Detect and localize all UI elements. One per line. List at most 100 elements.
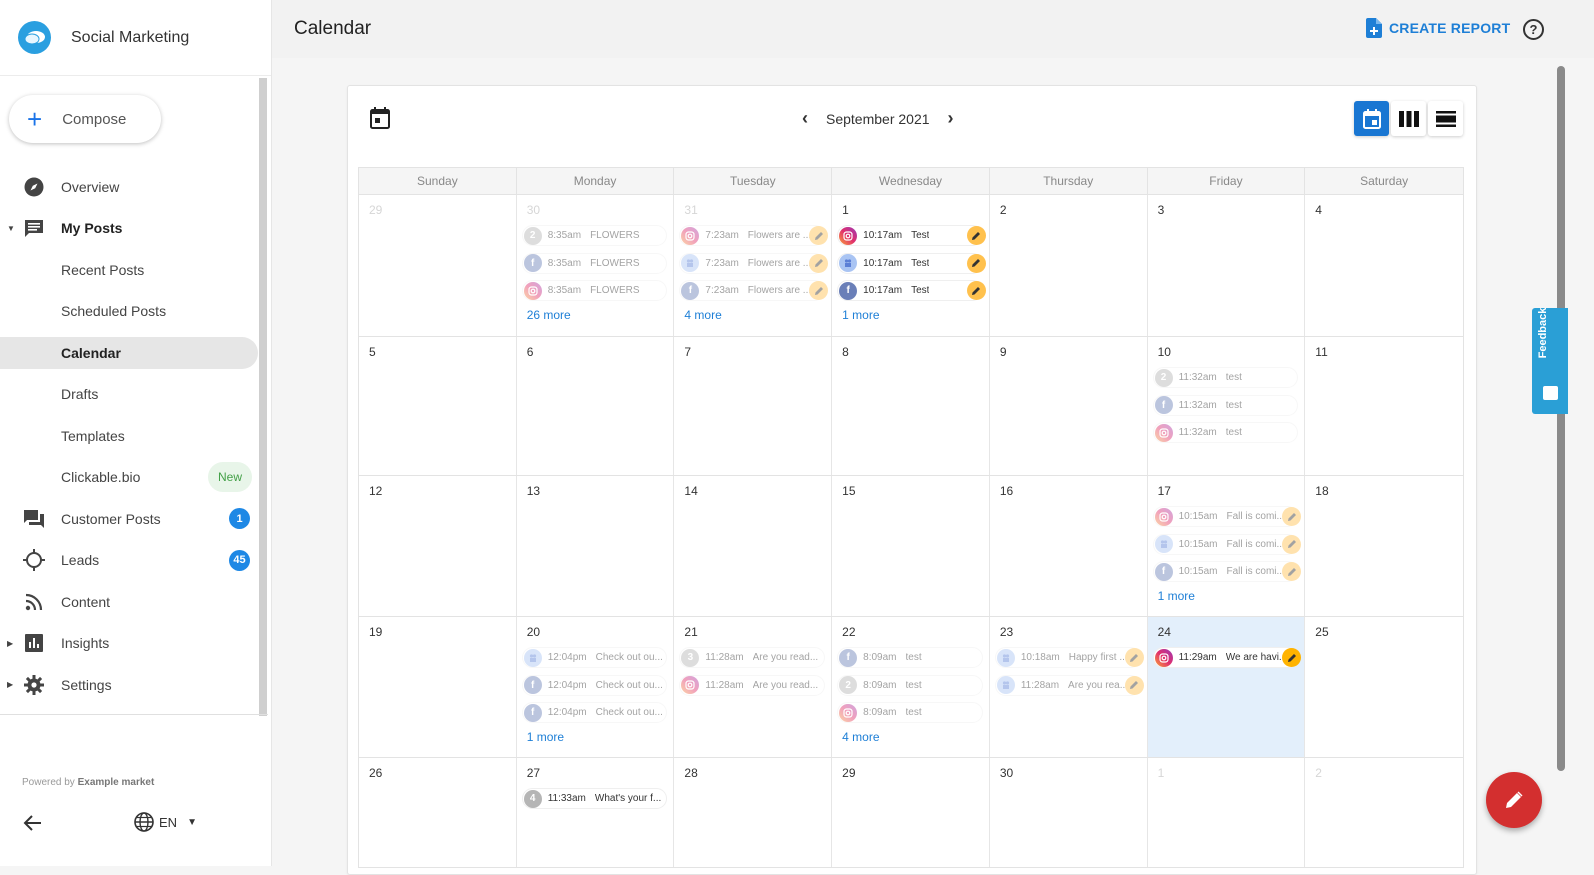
feedback-tab[interactable]: Feedback — [1532, 308, 1568, 414]
day-cell[interactable]: 19 — [359, 617, 517, 757]
post-chip[interactable]: 11:29amWe are havi... — [1153, 647, 1299, 668]
sidebar-item-calendar[interactable]: Calendar — [0, 337, 258, 369]
post-chip[interactable]: 11:32amtest — [1153, 422, 1299, 443]
more-posts-link[interactable]: 1 more — [842, 308, 983, 322]
day-cell-today[interactable]: 2411:29amWe are havi... — [1148, 617, 1306, 757]
post-chip[interactable]: 7:23amFlowers are ... — [679, 225, 825, 246]
edit-pencil-icon[interactable] — [809, 254, 828, 273]
more-posts-link[interactable]: 4 more — [684, 308, 825, 322]
help-icon[interactable]: ? — [1523, 19, 1544, 40]
edit-pencil-icon[interactable] — [1125, 648, 1144, 667]
day-cell[interactable]: 6 — [517, 337, 675, 475]
post-chip[interactable]: 411:33amWhat's your f... — [522, 788, 668, 809]
caret-down-icon[interactable]: ▼ — [7, 224, 15, 233]
post-chip[interactable]: f12:04pmCheck out ou... — [522, 702, 668, 723]
day-cell[interactable]: 7 — [674, 337, 832, 475]
edit-pencil-icon[interactable] — [1282, 507, 1301, 526]
day-cell[interactable]: 10211:32amtestf11:32amtest11:32amtest — [1148, 337, 1306, 475]
sidebar-item-content[interactable]: Content — [0, 581, 258, 623]
more-posts-link[interactable]: 1 more — [527, 730, 668, 744]
day-cell[interactable]: 110:17amTest10:17amTestf10:17amTest1 mor… — [832, 195, 990, 336]
post-chip[interactable]: 8:35amFLOWERS — [522, 280, 668, 301]
back-arrow-icon[interactable] — [22, 812, 44, 834]
edit-pencil-icon[interactable] — [967, 281, 986, 300]
edit-pencil-icon[interactable] — [809, 281, 828, 300]
sidebar-item-leads[interactable]: Leads 45 — [0, 540, 258, 582]
post-chip[interactable]: 10:18amHappy first ... — [995, 647, 1141, 668]
edit-pencil-icon[interactable] — [1282, 535, 1301, 554]
edit-pencil-icon[interactable] — [1282, 562, 1301, 581]
day-cell[interactable]: 3028:35amFLOWERSf8:35amFLOWERS8:35amFLOW… — [517, 195, 675, 336]
day-cell[interactable]: 16 — [990, 476, 1148, 616]
main-scrollbar[interactable] — [1557, 66, 1565, 771]
chevron-left-icon[interactable]: ‹ — [796, 108, 814, 129]
day-cell[interactable]: 26 — [359, 758, 517, 867]
caret-right-icon[interactable]: ▶ — [7, 639, 13, 648]
day-cell[interactable]: 5 — [359, 337, 517, 475]
post-chip[interactable]: 28:35amFLOWERS — [522, 225, 668, 246]
post-chip[interactable]: 12:04pmCheck out ou... — [522, 647, 668, 668]
post-chip[interactable]: f8:35amFLOWERS — [522, 253, 668, 274]
day-cell[interactable]: 1710:15amFall is comi...10:15amFall is c… — [1148, 476, 1306, 616]
sidebar-item-clickable-bio[interactable]: Clickable.bio New — [0, 457, 258, 499]
day-cell[interactable]: 317:23amFlowers are ...7:23amFlowers are… — [674, 195, 832, 336]
day-cell[interactable]: 30 — [990, 758, 1148, 867]
post-chip[interactable]: f12:04pmCheck out ou... — [522, 675, 668, 696]
post-chip[interactable]: 211:32amtest — [1153, 367, 1299, 388]
day-cell[interactable]: 13 — [517, 476, 675, 616]
week-view-button[interactable] — [1391, 101, 1426, 136]
create-report-button[interactable]: CREATE REPORT — [1366, 18, 1510, 38]
day-cell[interactable]: 25 — [1305, 617, 1463, 757]
post-chip[interactable]: 7:23amFlowers are ... — [679, 253, 825, 274]
day-cell[interactable]: 15 — [832, 476, 990, 616]
sidebar-item-templates[interactable]: Templates — [0, 415, 258, 457]
day-cell[interactable]: 4 — [1305, 195, 1463, 336]
day-cell[interactable]: 1 — [1148, 758, 1306, 867]
more-posts-link[interactable]: 4 more — [842, 730, 983, 744]
day-cell[interactable]: 2310:18amHappy first ...11:28amAre you r… — [990, 617, 1148, 757]
month-view-button[interactable] — [1354, 101, 1389, 136]
post-chip[interactable]: f10:17amTest — [837, 280, 983, 301]
edit-pencil-icon[interactable] — [1125, 676, 1144, 695]
edit-pencil-icon[interactable] — [967, 226, 986, 245]
post-chip[interactable]: 10:17amTest — [837, 225, 983, 246]
caret-right-icon[interactable]: ▶ — [7, 680, 13, 689]
compose-button[interactable]: + Compose — [9, 95, 161, 143]
post-chip[interactable]: f8:09amtest — [837, 647, 983, 668]
post-chip[interactable]: 10:15amFall is comi... — [1153, 534, 1299, 555]
day-cell[interactable]: 2012:04pmCheck out ou...f12:04pmCheck ou… — [517, 617, 675, 757]
day-cell[interactable]: 29 — [832, 758, 990, 867]
sidebar-item-overview[interactable]: Overview — [0, 166, 258, 208]
sidebar-item-settings[interactable]: ▶ Settings — [0, 664, 258, 706]
post-chip[interactable]: f11:32amtest — [1153, 395, 1299, 416]
sidebar-item-customer-posts[interactable]: Customer Posts 1 — [0, 498, 258, 540]
sidebar-scrollbar[interactable] — [259, 78, 267, 716]
post-chip[interactable]: 10:15amFall is comi... — [1153, 506, 1299, 527]
sidebar-item-insights[interactable]: ▶ Insights — [0, 623, 258, 665]
day-cell[interactable]: 29 — [359, 195, 517, 336]
post-chip[interactable]: 8:09amtest — [837, 702, 983, 723]
day-cell[interactable]: 2 — [1305, 758, 1463, 867]
post-chip[interactable]: 10:17amTest — [837, 253, 983, 274]
post-chip[interactable]: 28:09amtest — [837, 675, 983, 696]
post-chip[interactable]: f7:23amFlowers are ... — [679, 280, 825, 301]
language-selector[interactable]: EN ▼ — [134, 812, 197, 832]
post-chip[interactable]: 11:28amAre you read... — [679, 675, 825, 696]
day-cell[interactable]: 14 — [674, 476, 832, 616]
day-cell[interactable]: 8 — [832, 337, 990, 475]
edit-pencil-icon[interactable] — [809, 226, 828, 245]
list-view-button[interactable] — [1428, 101, 1463, 136]
day-cell[interactable]: 3 — [1148, 195, 1306, 336]
sidebar-item-scheduled-posts[interactable]: Scheduled Posts — [0, 291, 258, 333]
day-cell[interactable]: 21311:28amAre you read...11:28amAre you … — [674, 617, 832, 757]
chevron-right-icon[interactable]: › — [942, 108, 960, 129]
edit-pencil-icon[interactable] — [1282, 648, 1301, 667]
sidebar-item-my-posts[interactable]: ▼ My Posts — [0, 208, 258, 250]
sidebar-item-recent-posts[interactable]: Recent Posts — [0, 249, 258, 291]
day-cell[interactable]: 27411:33amWhat's your f... — [517, 758, 675, 867]
calendar-today-icon[interactable] — [370, 107, 392, 131]
post-chip[interactable]: 11:28amAre you rea... — [995, 675, 1141, 696]
more-posts-link[interactable]: 1 more — [1158, 589, 1299, 603]
day-cell[interactable]: 9 — [990, 337, 1148, 475]
sidebar-item-drafts[interactable]: Drafts — [0, 374, 258, 416]
